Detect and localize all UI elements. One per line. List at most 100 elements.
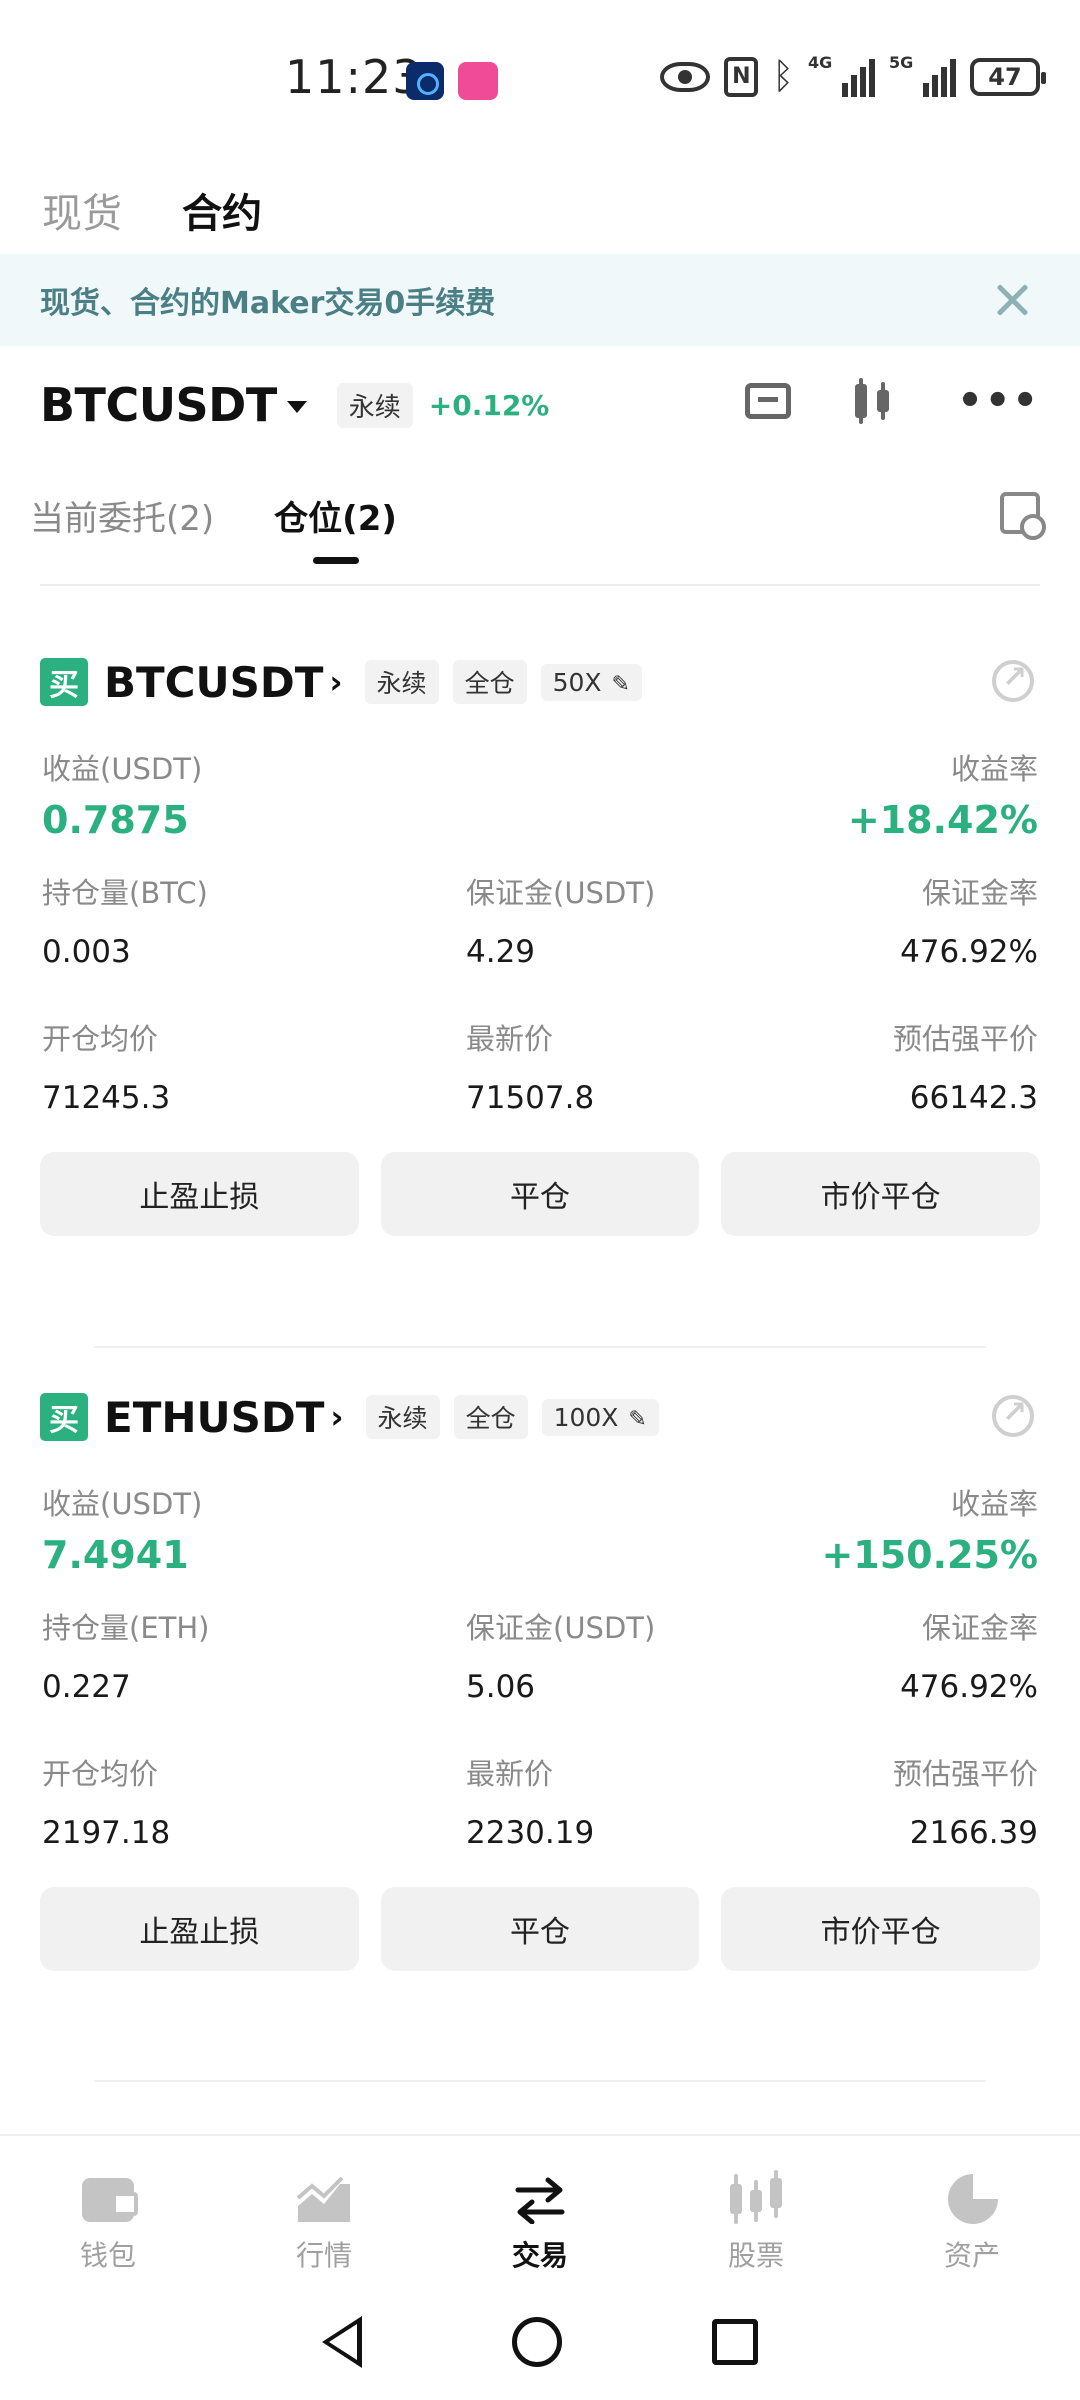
detail-value: 66142.3 — [909, 1080, 1038, 1116]
pnl-value: 7.4941 — [42, 1533, 189, 1577]
divider — [94, 1346, 986, 1348]
nav-assets[interactable]: 资产 — [864, 2136, 1080, 2284]
bluetooth-icon: ᛒ — [772, 56, 794, 97]
chevron-right-icon[interactable]: › — [330, 1398, 343, 1436]
last-price: 最新价 2230.19 — [466, 1751, 594, 1851]
signal-4g-label: 4G — [808, 52, 833, 72]
pnl-label: 收益(USDT) — [42, 752, 203, 786]
symbol-selector[interactable]: BTCUSDT — [40, 378, 277, 432]
nav-wallet[interactable]: 钱包 — [0, 2136, 216, 2284]
coupon-icon[interactable] — [745, 383, 792, 419]
signal-4g-icon: 4G — [808, 53, 875, 97]
detail-label: 开仓均价 — [42, 1757, 159, 1791]
pnl-rate: +18.42% — [847, 798, 1038, 842]
candlestick-chart-icon[interactable] — [851, 378, 897, 424]
recent-apps-icon[interactable] — [712, 2319, 758, 2365]
detail-label: 保证金率 — [921, 1611, 1038, 1645]
divider — [94, 2080, 986, 2082]
close-position-button[interactable]: 平仓 — [380, 1152, 700, 1236]
signal-5g-label: 5G — [889, 52, 914, 72]
buy-badge: 买 — [40, 1393, 88, 1441]
eye-icon — [660, 61, 711, 92]
home-icon[interactable] — [512, 2317, 562, 2367]
nfc-icon: N — [724, 56, 759, 97]
edit-pencil-icon[interactable]: ✎ — [628, 1407, 646, 1432]
margin-ratio: 保证金率 476.92% — [900, 1605, 1038, 1705]
back-icon[interactable] — [322, 2316, 362, 2368]
tab-positions[interactable]: 仓位(2) — [274, 491, 397, 564]
entry-price: 开仓均价 2197.18 — [42, 1751, 170, 1851]
divider — [40, 584, 1040, 586]
perpetual-tag: 永续 — [365, 1395, 440, 1439]
position-details-row-2: 开仓均价 71245.3 最新价 71507.8 预估强平价 66142.3 — [40, 1002, 1040, 1148]
caret-down-icon[interactable] — [286, 401, 307, 413]
liquidation-price: 预估强平价 66142.3 — [893, 1016, 1038, 1116]
position-actions: 止盈止损 平仓 市价平仓 — [40, 1887, 1041, 1971]
tab-futures[interactable]: 合约 — [182, 181, 262, 239]
detail-label: 最新价 — [466, 1022, 554, 1056]
pie-chart-icon — [942, 2170, 1002, 2226]
pnl-label: 收益(USDT) — [42, 1487, 203, 1521]
buy-badge: 买 — [40, 658, 88, 706]
swap-arrows-icon — [510, 2170, 570, 2226]
share-icon[interactable] — [992, 660, 1034, 702]
detail-label: 持仓量(BTC) — [42, 876, 208, 910]
entry-price: 开仓均价 71245.3 — [42, 1016, 170, 1116]
share-icon[interactable] — [992, 1395, 1034, 1437]
position-symbol[interactable]: ETHUSDT — [104, 1393, 324, 1442]
margin: 保证金(USDT) 5.06 — [466, 1605, 655, 1705]
position-card-btc: 买 BTCUSDT › 永续 全仓 50X ✎ 收益(USDT) 收益率 0.78… — [40, 652, 1041, 1236]
battery-icon: 47 — [970, 57, 1046, 96]
promo-banner[interactable]: 现货、合约的Maker交易0手续费 — [0, 254, 1080, 346]
last-price: 最新价 71507.8 — [466, 1016, 594, 1116]
nav-market[interactable]: 行情 — [216, 2136, 432, 2284]
signal-5g-icon: 5G — [889, 53, 956, 97]
edit-pencil-icon[interactable]: ✎ — [612, 672, 630, 697]
nav-label: 钱包 — [79, 2239, 136, 2272]
nav-stocks[interactable]: 股票 — [648, 2136, 864, 2284]
detail-label: 开仓均价 — [42, 1022, 159, 1056]
market-close-button[interactable]: 市价平仓 — [721, 1152, 1041, 1236]
leverage-value: 50X — [552, 667, 602, 697]
leverage-value: 100X — [553, 1402, 619, 1432]
wallet-icon — [78, 2170, 138, 2226]
leverage-tag[interactable]: 50X ✎ — [540, 663, 642, 701]
detail-value: 476.92% — [900, 934, 1038, 970]
close-position-button[interactable]: 平仓 — [380, 1887, 700, 1971]
close-icon[interactable] — [992, 280, 1032, 320]
margin-ratio: 保证金率 476.92% — [900, 870, 1038, 970]
detail-label: 预估强平价 — [892, 1022, 1038, 1056]
candlestick-icon — [726, 2170, 786, 2226]
order-history-icon[interactable] — [1000, 492, 1046, 540]
position-symbol[interactable]: BTCUSDT — [104, 658, 323, 707]
nav-trade[interactable]: 交易 — [432, 2136, 648, 2284]
status-icons: N ᛒ 4G 5G 47 — [660, 53, 1046, 97]
detail-label: 保证金率 — [921, 876, 1038, 910]
leverage-tag[interactable]: 100X ✎ — [541, 1398, 659, 1436]
perpetual-tag: 永续 — [336, 382, 413, 428]
tp-sl-button[interactable]: 止盈止损 — [40, 1887, 359, 1971]
pnl-row: 收益(USDT) 收益率 7.4941 +150.25% — [40, 1481, 1040, 1591]
pnl-rate: +150.25% — [821, 1533, 1038, 1577]
position-details-row-1: 持仓量(BTC) 0.003 保证金(USDT) 4.29 保证金率 476.92% — [40, 856, 1040, 1002]
order-tabs: 当前委托(2) 仓位(2) — [30, 470, 397, 564]
detail-label: 保证金(USDT) — [466, 876, 656, 910]
position-details-row-1: 持仓量(ETH) 0.227 保证金(USDT) 5.06 保证金率 476.92% — [40, 1591, 1040, 1737]
tab-open-orders[interactable]: 当前委托(2) — [30, 491, 214, 540]
market-close-button[interactable]: 市价平仓 — [721, 1887, 1041, 1971]
position-card-eth: 买 ETHUSDT › 永续 全仓 100X ✎ 收益(USDT) 收益率 7.4… — [40, 1387, 1041, 1971]
detail-value: 71245.3 — [42, 1080, 171, 1116]
app-notification-icon — [406, 62, 444, 100]
chevron-right-icon[interactable]: › — [329, 663, 342, 701]
detail-value: 2230.19 — [466, 1815, 595, 1851]
more-options-icon[interactable]: ••• — [957, 378, 1040, 424]
nav-label: 股票 — [727, 2239, 784, 2272]
tab-spot[interactable]: 现货 — [42, 181, 122, 239]
tp-sl-button[interactable]: 止盈止损 — [40, 1152, 359, 1236]
detail-value: 2197.18 — [42, 1815, 171, 1851]
pnl-value: 0.7875 — [42, 798, 189, 842]
position-size: 持仓量(BTC) 0.003 — [42, 870, 208, 970]
battery-level: 47 — [988, 62, 1022, 91]
detail-value: 476.92% — [900, 1669, 1038, 1705]
detail-value: 0.227 — [42, 1669, 131, 1705]
